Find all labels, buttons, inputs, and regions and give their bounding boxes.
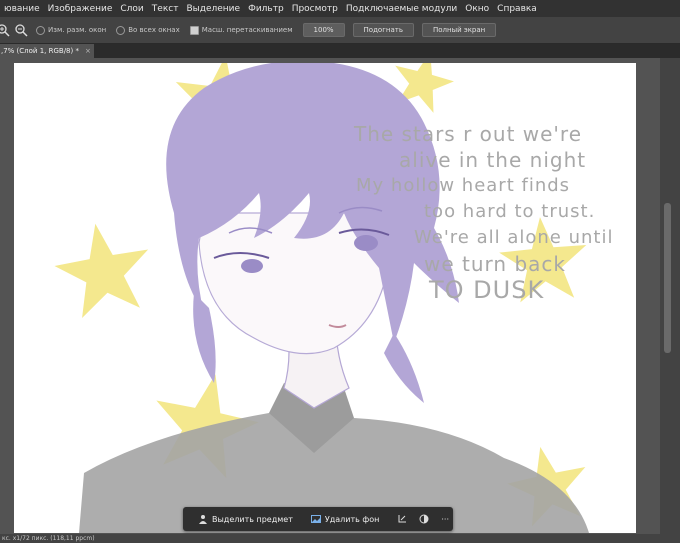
contextual-task-bar: Выделить предмет Удалить фон ··· — [183, 507, 453, 531]
lyric-line: TO DUSK — [429, 276, 545, 304]
zoom-out-icon[interactable] — [14, 23, 28, 37]
select-subject-button[interactable]: Выделить предмет — [194, 514, 297, 524]
menu-item-view[interactable]: Просмотр — [288, 4, 342, 14]
artwork-canvas[interactable]: The stars r out we're alive in the night… — [14, 63, 636, 533]
zoom-100-button[interactable]: 100% — [302, 23, 345, 37]
menu-item-window[interactable]: Окно — [461, 4, 493, 14]
fullscreen-button[interactable]: Полный экран — [421, 23, 497, 37]
document-tab[interactable]: ,7% (Слой 1, RGB/8) * × — [0, 44, 94, 58]
adjustment-button[interactable] — [415, 514, 437, 524]
document-tab-bar: ,7% (Слой 1, RGB/8) * × — [0, 44, 680, 58]
vertical-scrollbar[interactable] — [660, 58, 680, 534]
person-icon — [199, 515, 207, 524]
lyric-line: we turn back — [424, 252, 566, 276]
resize-windows-label: Изм. разм. окон — [48, 26, 107, 34]
status-text: кс. х1/72 пикс. (118,11 ppcm) — [2, 535, 95, 542]
fit-screen-button[interactable]: Подогнать — [352, 23, 414, 37]
close-icon[interactable]: × — [85, 47, 91, 55]
half-circle-icon — [419, 514, 429, 524]
select-subject-label: Выделить предмет — [212, 514, 293, 524]
lyrics-block: The stars r out we're alive in the night… — [344, 121, 634, 303]
lyric-line: alive in the night — [399, 148, 587, 172]
canvas-area[interactable]: The stars r out we're alive in the night… — [0, 58, 660, 534]
menu-item-select[interactable]: Выделение — [182, 4, 244, 14]
resize-windows-option[interactable]: Изм. разм. окон — [36, 25, 107, 35]
status-bar: кс. х1/72 пикс. (118,11 ppcm) — [0, 534, 680, 543]
zoom-in-icon[interactable] — [0, 23, 10, 37]
lyric-line: too hard to trust. — [424, 201, 596, 222]
menu-item-filter[interactable]: Фильтр — [244, 4, 288, 14]
transform-button[interactable] — [393, 514, 415, 524]
scrubby-zoom-checkbox[interactable] — [189, 25, 199, 35]
menu-item-plugins[interactable]: Подключаемые модули — [342, 4, 461, 14]
all-windows-label: Во всех окнах — [128, 26, 180, 34]
resize-windows-checkbox[interactable] — [36, 25, 45, 35]
scrubby-zoom-option[interactable]: Масш. перетаскиванием — [189, 25, 293, 35]
remove-background-button[interactable]: Удалить фон — [307, 514, 384, 524]
remove-background-label: Удалить фон — [324, 514, 380, 524]
menu-item-image[interactable]: Изображение — [44, 4, 117, 14]
scrollbar-thumb[interactable] — [664, 203, 671, 353]
lyric-line: We're all alone until — [414, 227, 614, 248]
lyric-line: My hollow heart finds — [356, 175, 571, 196]
document-tab-title: ,7% (Слой 1, RGB/8) * — [1, 47, 79, 55]
lyric-line: The stars r out we're — [354, 122, 583, 146]
more-options-button[interactable]: ··· — [437, 515, 453, 524]
image-icon — [310, 515, 321, 523]
all-windows-option[interactable]: Во всех окнах — [116, 25, 180, 35]
menu-bar: ювание Изображение Слои Текст Выделение … — [0, 0, 680, 17]
menu-item-type[interactable]: Текст — [148, 4, 183, 14]
scrubby-zoom-label: Масш. перетаскиванием — [201, 26, 293, 34]
transform-icon — [398, 515, 407, 523]
menu-item-edit[interactable]: ювание — [0, 4, 44, 14]
menu-item-layers[interactable]: Слои — [116, 4, 147, 14]
all-windows-checkbox[interactable] — [116, 25, 126, 35]
menu-item-help[interactable]: Справка — [493, 4, 541, 14]
options-bar: Изм. разм. окон Во всех окнах Масш. пере… — [0, 17, 680, 44]
